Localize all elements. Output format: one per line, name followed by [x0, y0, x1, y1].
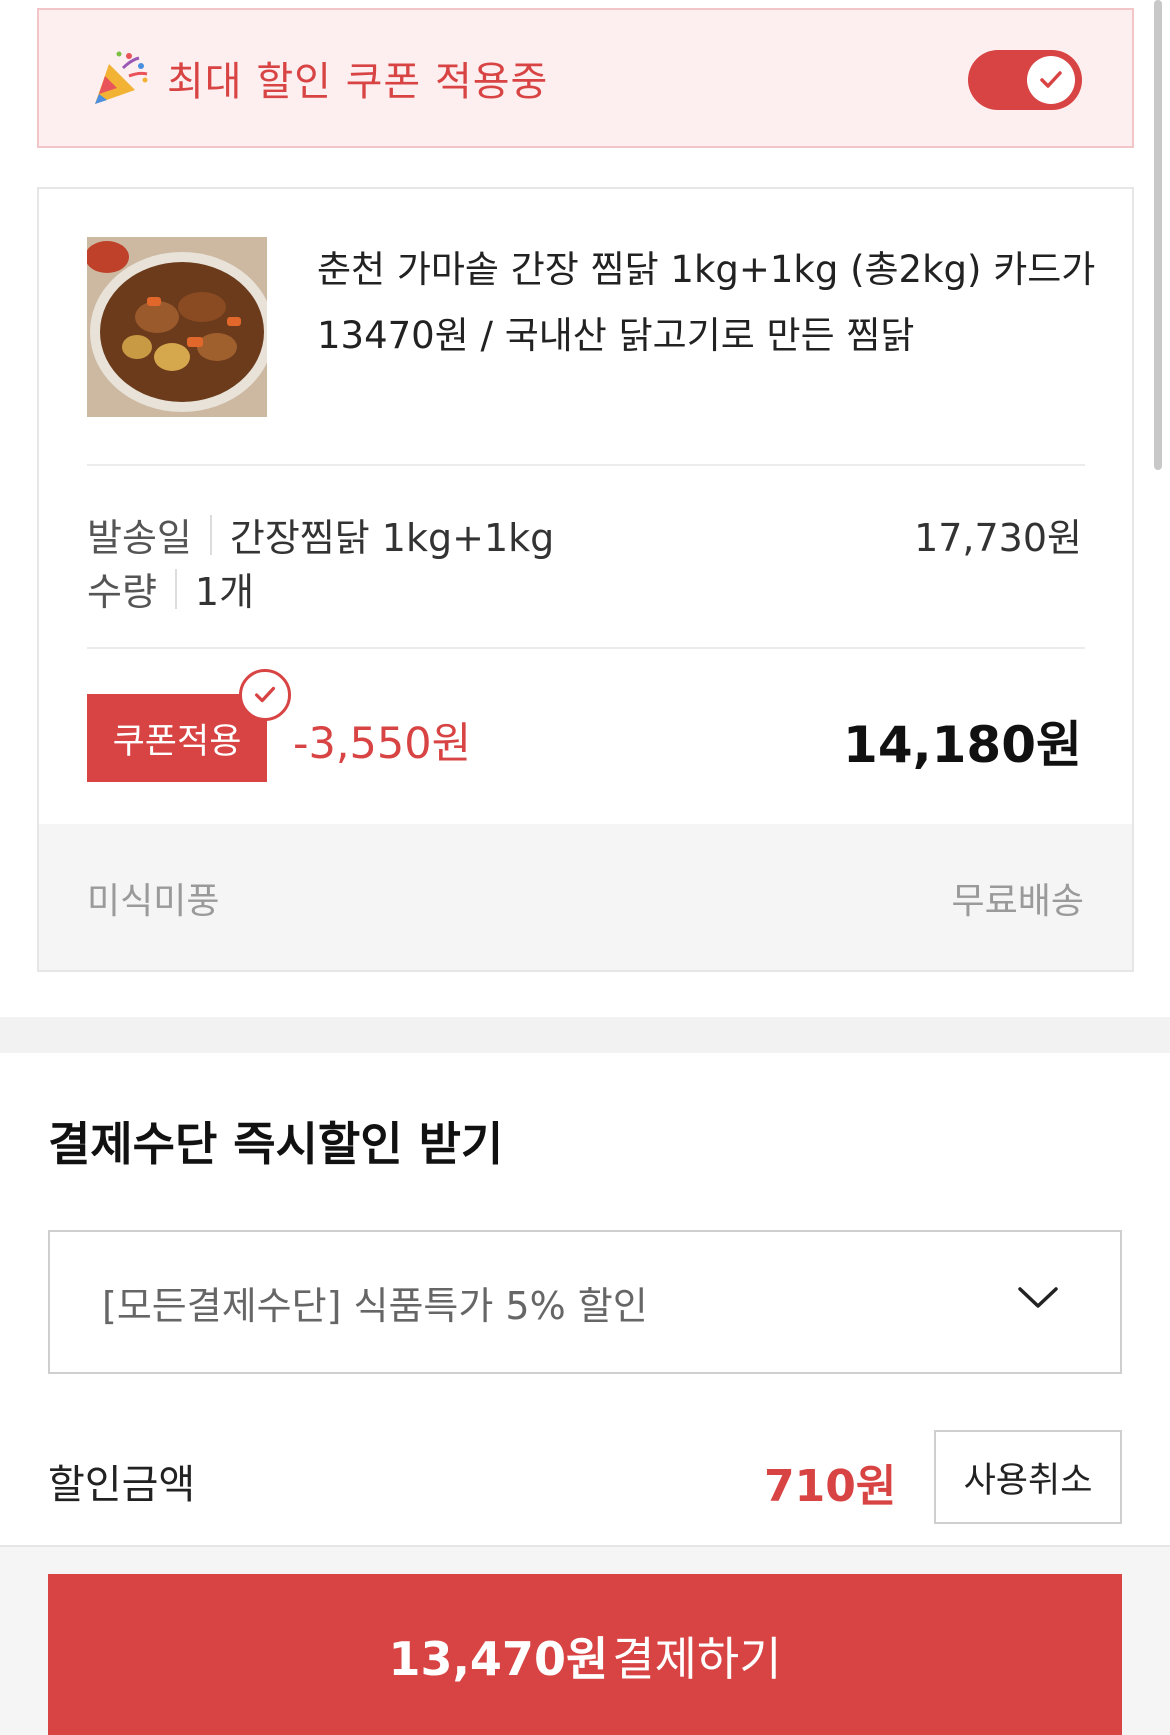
pay-amount: 13,470원	[388, 1631, 609, 1686]
bottom-bar: 13,470원 결제하기	[0, 1545, 1170, 1735]
separator	[209, 514, 212, 555]
product-image[interactable]	[87, 237, 267, 417]
checkout-page: 최대 할인 쿠폰 적용중 춘천 가마솥 간장 찜닭 1kg+1kg (총2kg)…	[0, 0, 1170, 1735]
divider	[87, 464, 1085, 466]
option-value: 간장찜닭 1kg+1kg	[229, 516, 555, 560]
seller-footer: 미식미풍 무료배송	[39, 824, 1132, 970]
payment-discount-select[interactable]: [모든결제수단] 식품특가 5% 할인	[48, 1230, 1122, 1374]
coupon-discount: -3,550원	[293, 719, 472, 769]
coupon-banner-text: 최대 할인 쿠폰 적용중	[167, 59, 549, 105]
pay-label: 결제하기	[612, 1631, 782, 1686]
braised-chicken-image	[87, 237, 267, 417]
seller-name[interactable]: 미식미풍	[87, 872, 219, 924]
discount-amount: 710원	[764, 1461, 897, 1512]
cancel-discount-button[interactable]: 사용취소	[934, 1430, 1122, 1524]
coupon-banner: 최대 할인 쿠폰 적용중	[37, 8, 1134, 148]
section-divider	[0, 1017, 1170, 1053]
party-popper-icon	[95, 51, 148, 104]
product-title[interactable]: 춘천 가마솥 간장 찜닭 1kg+1kg (총2kg) 카드가 13470원 /…	[317, 237, 1097, 369]
payment-discount-title: 결제수단 즉시할인 받기	[48, 1117, 504, 1171]
quantity-label: 수량	[87, 570, 157, 614]
option-row: 발송일 간장찜닭 1kg+1kg	[87, 507, 554, 562]
pay-button[interactable]: 13,470원 결제하기	[48, 1574, 1122, 1735]
product-card: 춘천 가마솥 간장 찜닭 1kg+1kg (총2kg) 카드가 13470원 /…	[37, 187, 1134, 972]
toggle-knob	[1027, 56, 1075, 104]
coupon-apply-button[interactable]: 쿠폰적용	[87, 694, 267, 782]
separator	[174, 568, 177, 609]
check-icon	[1040, 71, 1062, 88]
option-label: 발송일	[87, 516, 192, 560]
coupon-check-badge	[239, 669, 291, 721]
scrollbar[interactable]	[1154, 0, 1162, 470]
coupon-toggle[interactable]	[968, 50, 1082, 110]
check-icon	[254, 686, 276, 703]
chevron-down-icon	[1018, 1287, 1058, 1308]
selected-option: [모든결제수단] 식품특가 5% 할인	[102, 1283, 648, 1328]
discount-label: 할인금액	[48, 1462, 196, 1508]
option-price: 17,730원	[914, 516, 1082, 560]
divider	[87, 647, 1085, 649]
final-price: 14,180원	[843, 716, 1082, 774]
quantity-row: 수량 1개	[87, 561, 254, 616]
shipping-info: 무료배송	[951, 881, 1084, 922]
quantity-value: 1개	[194, 570, 255, 614]
